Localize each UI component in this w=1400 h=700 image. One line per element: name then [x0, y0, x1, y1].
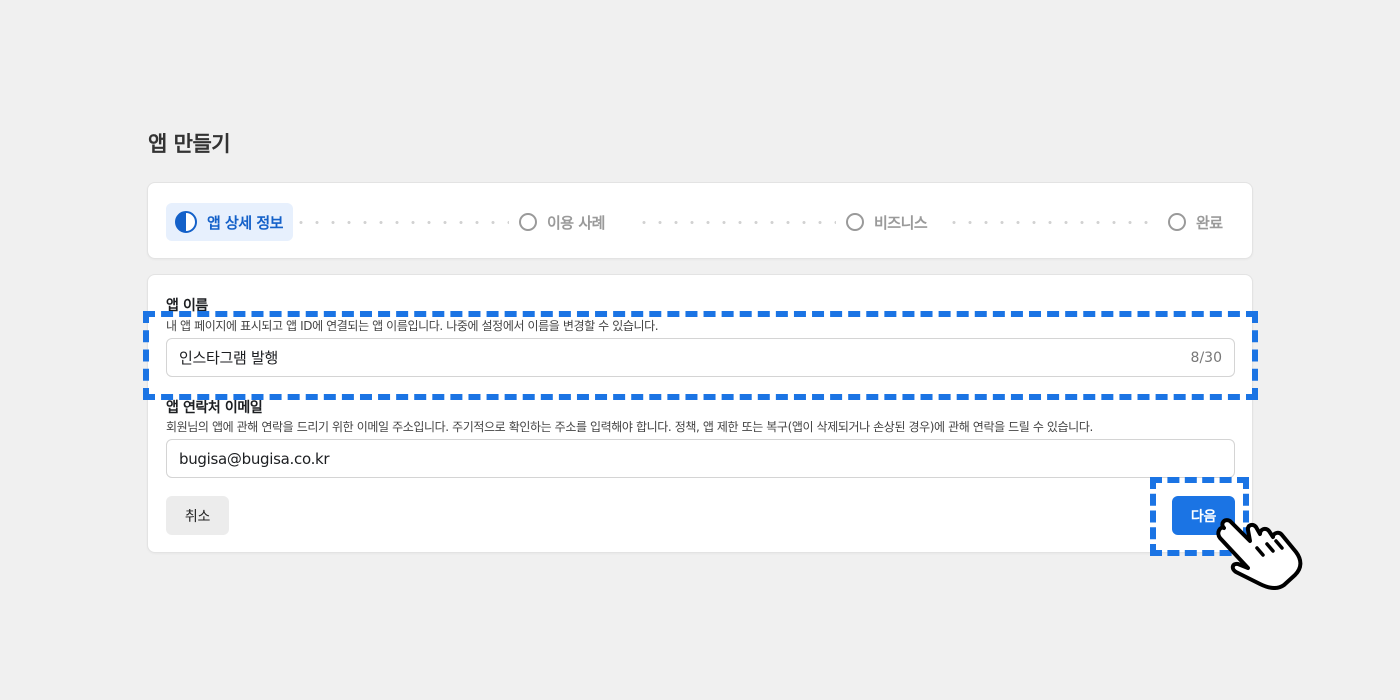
step-label: 비즈니스 — [874, 213, 928, 232]
half-filled-circle-icon — [175, 211, 197, 233]
contact-email-label: 앱 연락처 이메일 — [166, 400, 263, 416]
page-title: 앱 만들기 — [148, 132, 231, 156]
stepper: 앱 상세 정보 이용 사례 비즈니스 완료 — [147, 182, 1253, 259]
step-connector — [946, 221, 1158, 224]
contact-email-input[interactable]: bugisa@bugisa.co.kr — [166, 439, 1235, 478]
step-label: 앱 상세 정보 — [207, 213, 283, 232]
empty-circle-icon — [1168, 213, 1186, 231]
step-connector — [293, 221, 509, 224]
step-label: 완료 — [1196, 213, 1223, 232]
step-label: 이용 사례 — [547, 213, 605, 232]
step-use-cases[interactable]: 이용 사례 — [519, 203, 605, 241]
app-name-help: 내 앱 페이지에 표시되고 앱 ID에 연결되는 앱 이름입니다. 나중에 설정… — [166, 319, 659, 333]
contact-email-help: 회원님의 앱에 관해 연락을 드리기 위한 이메일 주소입니다. 주기적으로 확… — [166, 420, 1093, 434]
contact-email-value: bugisa@bugisa.co.kr — [179, 449, 330, 468]
step-connector — [636, 221, 836, 224]
app-name-label: 앱 이름 — [166, 298, 208, 314]
char-counter: 8/30 — [1190, 349, 1222, 366]
hand-pointer-icon — [1216, 518, 1303, 590]
app-name-value: 인스타그램 발행 — [179, 349, 278, 367]
app-name-input[interactable]: 인스타그램 발행 8/30 — [166, 338, 1235, 377]
app-details-form: 앱 이름 내 앱 페이지에 표시되고 앱 ID에 연결되는 앱 이름입니다. 나… — [147, 274, 1253, 553]
step-app-details[interactable]: 앱 상세 정보 — [166, 203, 293, 241]
step-business[interactable]: 비즈니스 — [846, 203, 928, 241]
step-finish[interactable]: 완료 — [1168, 203, 1223, 241]
empty-circle-icon — [846, 213, 864, 231]
cancel-button[interactable]: 취소 — [166, 496, 229, 535]
empty-circle-icon — [519, 213, 537, 231]
